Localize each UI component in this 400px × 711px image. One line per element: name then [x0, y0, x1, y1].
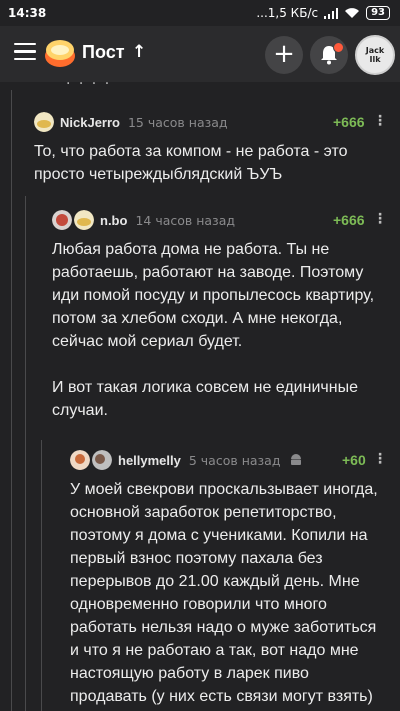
comment-text: Любая работа дома не работа. Ты не работ…: [52, 241, 375, 419]
page-title: Пост: [82, 42, 125, 62]
avatar[interactable]: [92, 450, 112, 470]
comment-text: То, что работа за компом - не работа - э…: [34, 143, 348, 183]
avatar[interactable]: [74, 210, 94, 230]
avatar[interactable]: [70, 450, 90, 470]
comment-time: 15 часов назад: [127, 114, 228, 130]
app-bar: Пост ↑ + Jack Ilk: [0, 26, 400, 82]
comment-header: NickJerro 15 часов назад: [34, 112, 228, 132]
avatar[interactable]: [34, 112, 54, 132]
arrow-up-icon[interactable]: ↑: [132, 42, 146, 62]
comment-header: n.bo 14 часов назад: [52, 210, 235, 230]
signal-icon: [324, 7, 339, 19]
status-bar: 14:38 ...1,5 КБ/с 93: [0, 0, 400, 26]
username[interactable]: hellymelly: [118, 453, 181, 468]
app-logo-icon[interactable]: [44, 38, 76, 68]
previous-comment-fragment: · · · ·: [0, 82, 400, 92]
android-icon: [290, 454, 301, 465]
more-options-icon[interactable]: ⋮: [373, 211, 387, 227]
more-options-icon[interactable]: ⋮: [373, 113, 387, 129]
wifi-icon: [345, 8, 360, 18]
plus-icon: +: [273, 38, 295, 69]
avatar[interactable]: [52, 210, 72, 230]
notifications-button[interactable]: [310, 36, 348, 74]
comment-time: 5 часов назад: [188, 452, 281, 468]
menu-icon[interactable]: [14, 43, 36, 63]
status-time: 14:38: [8, 6, 47, 20]
thread-line: [11, 90, 12, 711]
user-avatar[interactable]: Jack Ilk: [355, 35, 395, 75]
comment-text: У моей свекрови проскальзывает иногда, о…: [70, 481, 378, 705]
comment-rating[interactable]: +60: [342, 452, 366, 468]
avatar-label: Jack Ilk: [365, 46, 385, 64]
comment-rating[interactable]: +666: [333, 212, 365, 228]
notification-badge: [333, 42, 344, 53]
add-post-button[interactable]: +: [265, 36, 303, 74]
network-speed: ...1,5 КБ/с: [256, 6, 319, 20]
username[interactable]: n.bo: [100, 213, 127, 228]
more-options-icon[interactable]: ⋮: [373, 451, 387, 467]
text-fragment: · · · ·: [66, 82, 112, 92]
comment-header: hellymelly 5 часов назад: [70, 450, 303, 470]
battery-icon: 93: [366, 6, 390, 20]
comment-rating[interactable]: +666: [333, 114, 365, 130]
status-icons: ...1,5 КБ/с 93: [256, 6, 390, 20]
comment-time: 14 часов назад: [135, 212, 236, 228]
thread-line: [25, 196, 26, 711]
username[interactable]: NickJerro: [60, 115, 120, 130]
thread-line: [41, 440, 42, 711]
